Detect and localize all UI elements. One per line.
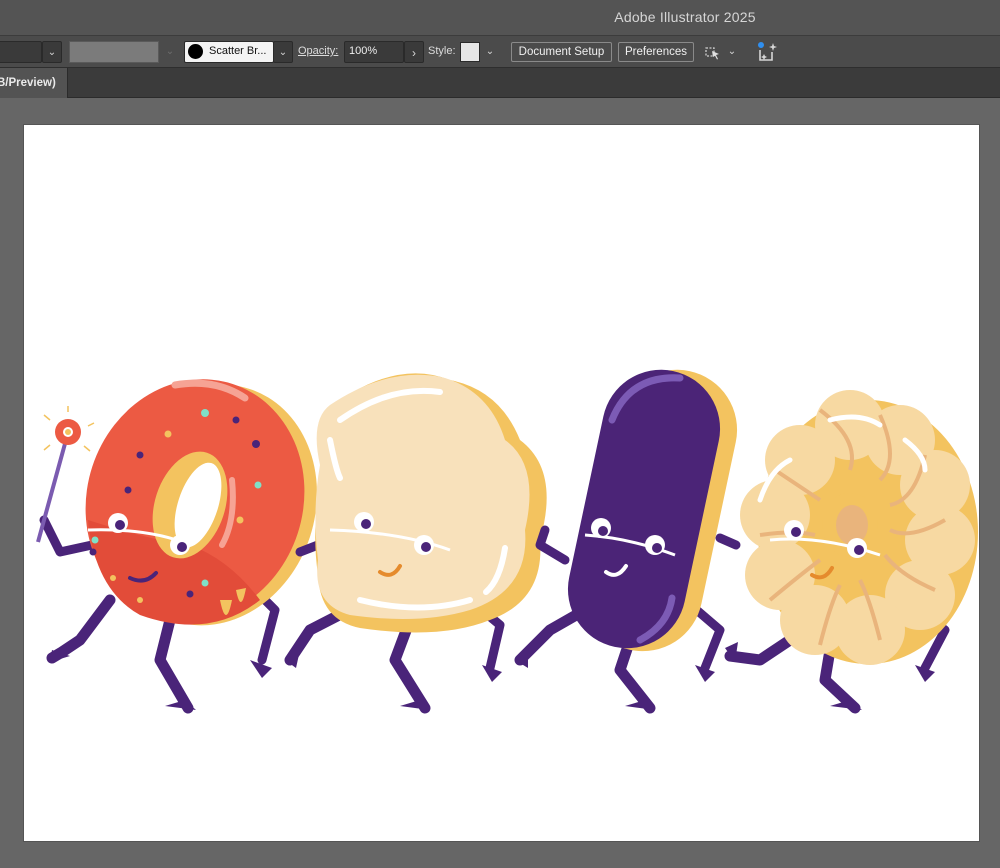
- opacity-value: 100%: [349, 45, 378, 57]
- brush-swatch-icon: [188, 44, 203, 59]
- variable-width-profile[interactable]: [69, 41, 159, 63]
- stroke-weight-dropdown-icon[interactable]: ⌄: [42, 41, 62, 63]
- style-label: Style:: [428, 45, 456, 57]
- variable-width-dropdown-icon: ⌄: [165, 46, 175, 57]
- eclair-character: [514, 369, 741, 714]
- document-tab[interactable]: B/Preview): [0, 68, 68, 98]
- app-title: Adobe Illustrator 2025: [614, 9, 756, 25]
- opacity-label[interactable]: Opacity:: [298, 45, 338, 57]
- cream-cookie-character: [284, 373, 547, 714]
- document-tab-bar: B/Preview): [0, 68, 1000, 98]
- select-similar-icon[interactable]: [703, 42, 723, 62]
- style-dropdown-icon[interactable]: ⌄: [480, 42, 500, 62]
- brush-name: Scatter Br...: [209, 45, 267, 57]
- document-tab-label: B/Preview): [0, 77, 56, 89]
- generative-recolor-icon[interactable]: [755, 40, 779, 64]
- opacity-input[interactable]: 100%: [344, 41, 404, 63]
- opacity-arrow-icon[interactable]: ›: [404, 41, 424, 63]
- artboard[interactable]: [24, 125, 979, 841]
- document-setup-button[interactable]: Document Setup: [511, 42, 612, 62]
- canvas-area[interactable]: [0, 98, 1000, 868]
- title-bar: Adobe Illustrator 2025: [0, 0, 1000, 36]
- style-swatch[interactable]: [460, 42, 480, 62]
- cruller-character: [724, 390, 978, 714]
- select-similar-dropdown-icon[interactable]: ⌄: [722, 42, 742, 62]
- brush-dropdown-icon[interactable]: ⌄: [273, 41, 293, 63]
- glazed-donut-character: [36, 379, 317, 714]
- stroke-weight-field[interactable]: [0, 41, 42, 63]
- artwork: [36, 369, 978, 714]
- preferences-button[interactable]: Preferences: [618, 42, 694, 62]
